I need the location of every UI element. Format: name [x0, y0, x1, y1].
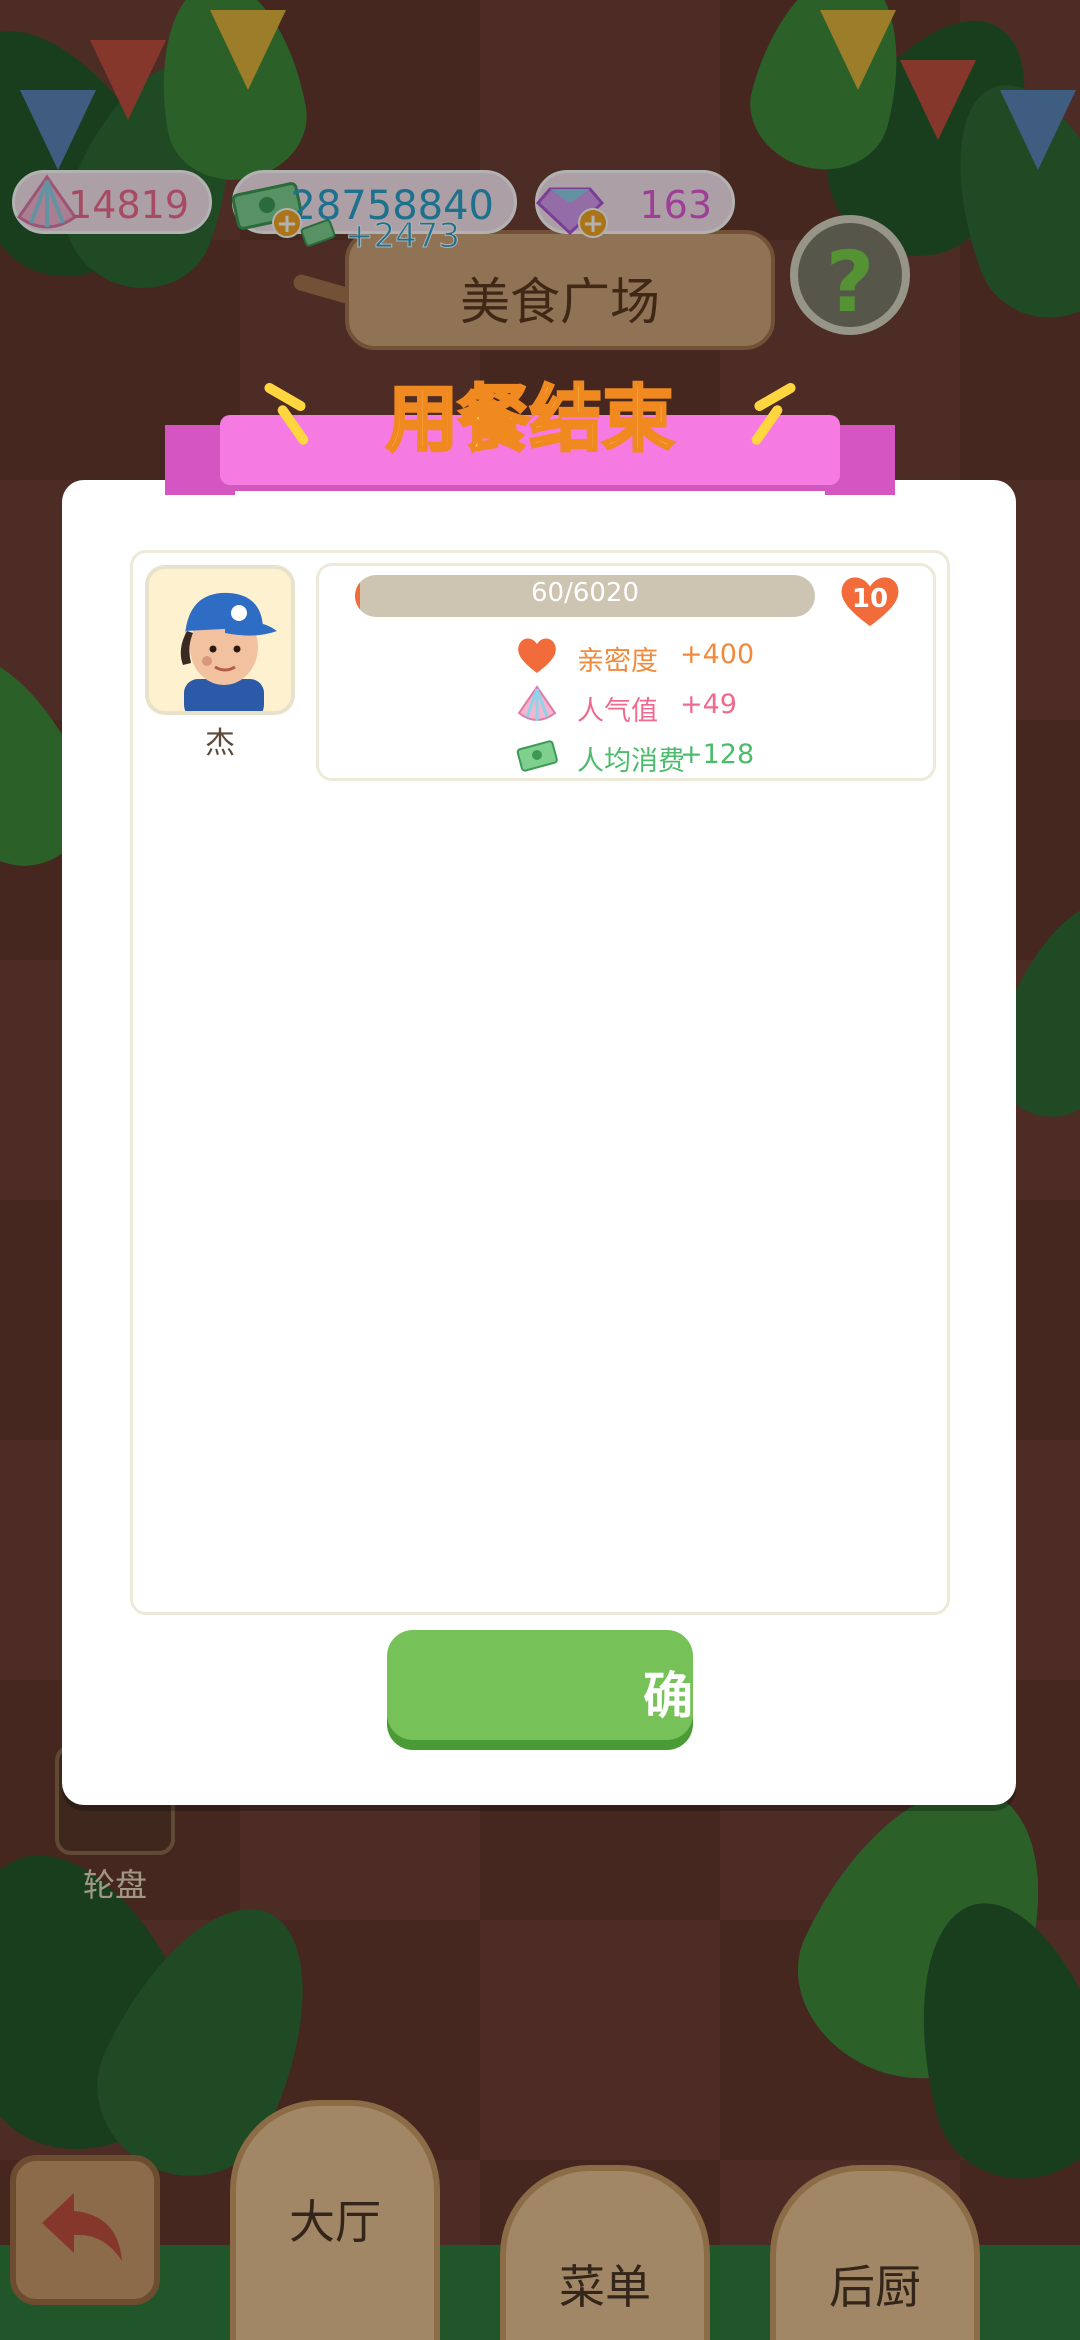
- stat-popularity-amount: +49: [680, 689, 737, 720]
- customer-name: 杰: [205, 726, 235, 761]
- stat-intimacy-label: 亲密度: [577, 646, 658, 677]
- shell-icon: [517, 685, 557, 721]
- level-value: 10: [851, 584, 889, 614]
- stat-avg-spend-amount: +128: [680, 739, 755, 770]
- confirm-button[interactable]: 确定: [387, 1630, 743, 1740]
- confirm-label: 确定: [643, 1668, 743, 1724]
- stat-intimacy-amount: +400: [680, 639, 755, 670]
- level-badge: 10: [835, 570, 905, 632]
- heart-icon: [518, 638, 556, 673]
- dialog-title: 用餐结束: [384, 376, 675, 463]
- stat-popularity-label: 人气值: [577, 696, 658, 727]
- customer-avatar: [145, 565, 295, 715]
- progress-text: 60/6020: [530, 578, 639, 608]
- customer-portrait: [180, 592, 277, 711]
- cash-icon: [516, 740, 558, 772]
- stat-avg-spend-label: 人均消费: [577, 746, 685, 777]
